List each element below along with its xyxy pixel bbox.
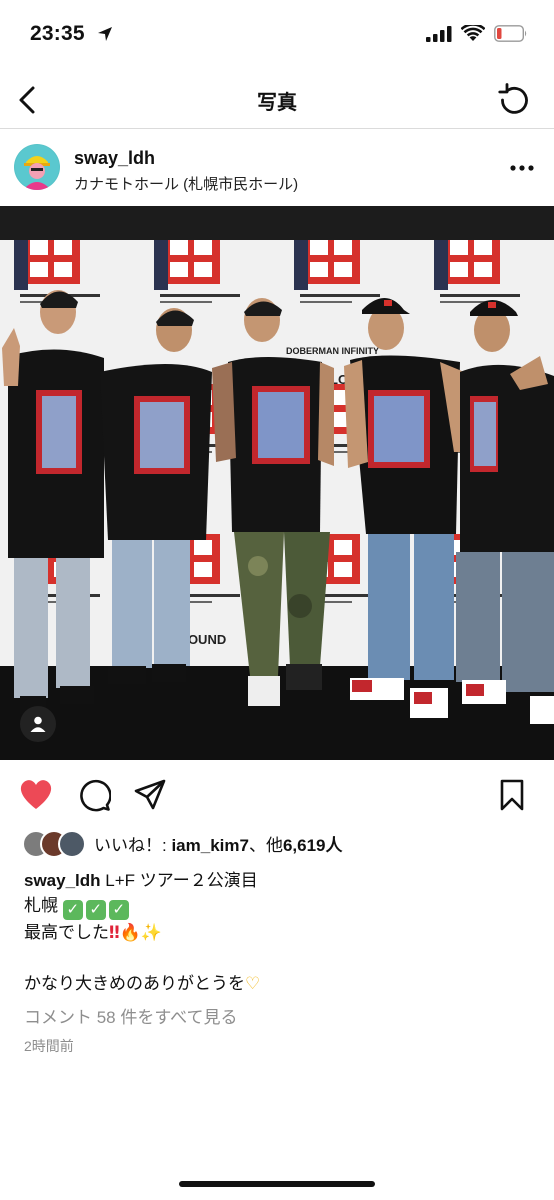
refresh-button[interactable] [494, 79, 534, 119]
check-mark-emoji-icon: ✓ [108, 900, 129, 920]
status-time: 23:35 [30, 22, 85, 45]
double-exclamation-emoji-icon: ‼ [109, 923, 120, 943]
bookmark-icon [500, 779, 524, 811]
comment-button[interactable] [75, 776, 113, 814]
sparkles-emoji-icon: ✨ [140, 923, 163, 943]
heart-filled-icon [20, 780, 52, 809]
status-bar: 23:35 [0, 0, 554, 70]
send-icon [134, 779, 166, 810]
status-indicators [426, 25, 528, 42]
wifi-icon [461, 25, 485, 41]
post-photo[interactable]: DOBERMAN INFINITY LOST FOUND [0, 206, 554, 760]
view-all-comments-link[interactable]: コメント 58 件をすべて見る [24, 1003, 238, 1028]
cellular-signal-icon [426, 25, 452, 42]
post-header: sway_ldh カナモトホール (札幌市民ホール) [0, 130, 554, 206]
tagged-users-button[interactable] [20, 706, 56, 742]
caption-username[interactable]: sway_ldh [24, 871, 101, 890]
banner-text: DOBERMAN INFINITY [286, 346, 379, 356]
likes-summary[interactable]: いいね！: iam_kim7、他6,619人 [22, 828, 343, 858]
post-location[interactable]: カナモトホール (札幌市民ホール) [74, 173, 298, 194]
fire-emoji-icon: 🔥 [119, 923, 141, 943]
nav-bar: 写真 [0, 70, 554, 129]
battery-low-icon [494, 25, 527, 42]
post-username[interactable]: sway_ldh [74, 148, 155, 169]
page-title: 写真 [257, 92, 297, 114]
share-button[interactable] [131, 776, 169, 814]
user-avatar[interactable] [14, 144, 60, 190]
location-arrow-icon [97, 26, 113, 47]
refresh-icon [498, 83, 528, 114]
save-button[interactable] [493, 776, 531, 814]
caption-line: かなり大きめのありがとうを [24, 974, 245, 993]
more-options-button[interactable] [508, 156, 536, 180]
home-indicator[interactable] [179, 1181, 375, 1187]
post-actions [0, 772, 554, 816]
liker-username[interactable]: iam_kim7 [171, 836, 249, 855]
like-button[interactable] [17, 776, 55, 814]
heart-hands-emoji-icon: ♡ [245, 974, 261, 994]
post-caption: sway_ldh L+F ツアー２公演目 札幌 ✓ ✓ ✓ 最高でした‼🔥✨ かなり… [24, 868, 534, 997]
likes-text: いいね！: iam_kim7、他6,619人 [94, 835, 343, 855]
post-timestamp: 2時間前 [24, 1038, 74, 1054]
likes-count: 6,619 [282, 835, 326, 855]
person-icon [30, 716, 46, 732]
liker-avatar [58, 830, 86, 858]
check-mark-emoji-icon: ✓ [62, 900, 83, 920]
caption-line: 札幌 [24, 896, 63, 915]
check-mark-emoji-icon: ✓ [85, 900, 106, 920]
caption-line: L+F ツアー２公演目 [100, 871, 258, 890]
more-horizontal-icon [510, 165, 534, 171]
comment-icon [80, 779, 111, 812]
liker-avatars [22, 830, 92, 858]
caption-line: 最高でした [24, 923, 109, 942]
